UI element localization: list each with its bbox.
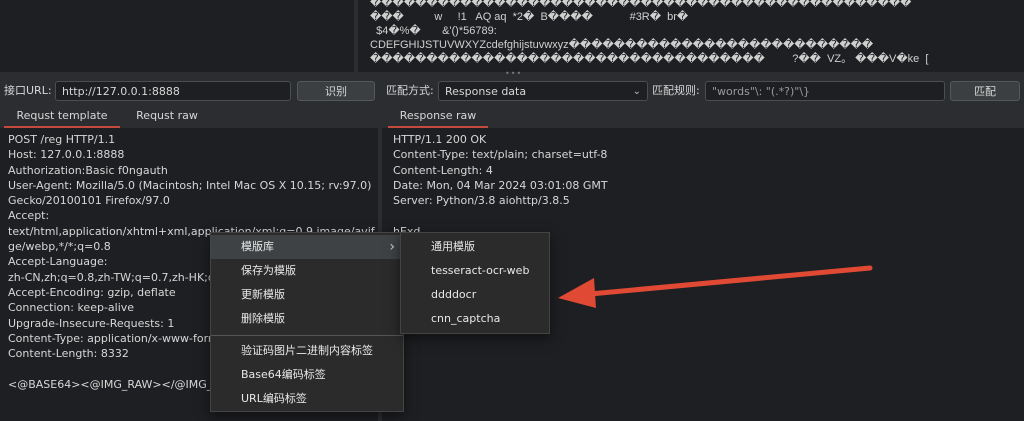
chevron-down-icon: ⌄ — [632, 86, 641, 97]
splitter-handle[interactable]: ••• — [505, 70, 521, 78]
url-label: 接口URL: — [4, 84, 52, 97]
response-line: Server: Python/3.8 aiohttp/3.8.5 — [393, 194, 570, 208]
response-line — [393, 208, 608, 223]
top-right-garbled-panel: ����������������������������������������… — [358, 0, 1024, 72]
match-mode-select[interactable]: Response data ⌄ — [438, 81, 648, 101]
response-line: Date: Mon, 04 Mar 2024 03:01:08 GMT — [393, 178, 608, 192]
match-mode-label: 匹配方式: — [386, 84, 434, 97]
menu-item-save-as-template[interactable]: 保存为模版 — [211, 259, 403, 283]
tab-request-template[interactable]: Requst template — [4, 106, 120, 129]
garbled-line: ����������������������������������������… — [370, 0, 912, 9]
garbled-line: $4�%� &'()*56789: — [370, 25, 497, 37]
tab-request-raw[interactable]: Requst raw — [124, 106, 210, 126]
response-line: Content-Type: text/plain; charset=utf-8 — [393, 148, 608, 162]
annotation-arrow-icon — [558, 265, 873, 308]
request-line: Accept: — [8, 209, 50, 223]
match-rule-label: 匹配规则: — [652, 84, 700, 97]
menu-item-template-library[interactable]: 模版库 › — [211, 235, 403, 259]
chevron-right-icon: › — [389, 239, 395, 255]
template-submenu: 通用模版 tesseract-ocr-web ddddocr cnn_captc… — [400, 232, 550, 334]
submenu-item-cnn-captcha[interactable]: cnn_captcha — [401, 307, 549, 331]
menu-item-base64-tag[interactable]: Base64编码标签 — [211, 363, 403, 387]
context-menu: 模版库 › 保存为模版 更新模版 删除模版 验证码图片二进制内容标签 Base6… — [210, 232, 404, 412]
submenu-item-generic[interactable]: 通用模版 — [401, 235, 549, 259]
garbled-line: CDEFGHIJSTUVWXYZcdefghijstuvwxyz��������… — [370, 39, 874, 51]
response-line: HTTP/1.1 200 OK — [393, 133, 487, 146]
request-line: POST /reg HTTP/1.1 — [8, 133, 116, 146]
menu-separator — [211, 335, 403, 336]
tab-response-raw[interactable]: Response raw — [388, 106, 488, 129]
menu-item-delete-template[interactable]: 删除模版 — [211, 307, 403, 331]
garbled-line: ��� w !1 AQ aq *2� B���� #3R� br� — [370, 11, 689, 23]
request-line: Authorization:Basic f0ngauth — [8, 163, 168, 177]
request-line: Gecko/20100101 Firefox/97.0 — [8, 194, 170, 208]
match-button[interactable]: 匹配 — [950, 81, 1020, 101]
url-input[interactable]: http://127.0.0.1:8888 — [55, 81, 291, 101]
menu-item-label: 模版库 — [241, 240, 274, 253]
match-mode-value: Response data — [445, 85, 527, 98]
left-tabbar: Requst template Requst raw — [0, 106, 378, 129]
response-line: Content-Length: 4 — [393, 163, 493, 177]
menu-item-captcha-binary-tag[interactable]: 验证码图片二进制内容标签 — [211, 339, 403, 363]
submenu-item-tesseract[interactable]: tesseract-ocr-web — [401, 259, 549, 283]
menu-item-url-encode-tag[interactable]: URL编码标签 — [211, 387, 403, 411]
right-tabbar: Response raw — [382, 106, 1024, 129]
match-rule-input[interactable]: "words"\: "(.*?)"\} — [705, 81, 945, 101]
top-left-panel — [0, 0, 354, 72]
request-line: User-Agent: Mozilla/5.0 (Macintosh; Inte… — [8, 178, 372, 192]
identify-button[interactable]: 识别 — [297, 81, 375, 101]
garbled-line: ����������������������������������� ?�� … — [370, 53, 929, 65]
menu-item-update-template[interactable]: 更新模版 — [211, 283, 403, 307]
request-line: Host: 127.0.0.1:8888 — [8, 148, 125, 162]
submenu-item-ddddocr[interactable]: ddddocr — [401, 283, 549, 307]
